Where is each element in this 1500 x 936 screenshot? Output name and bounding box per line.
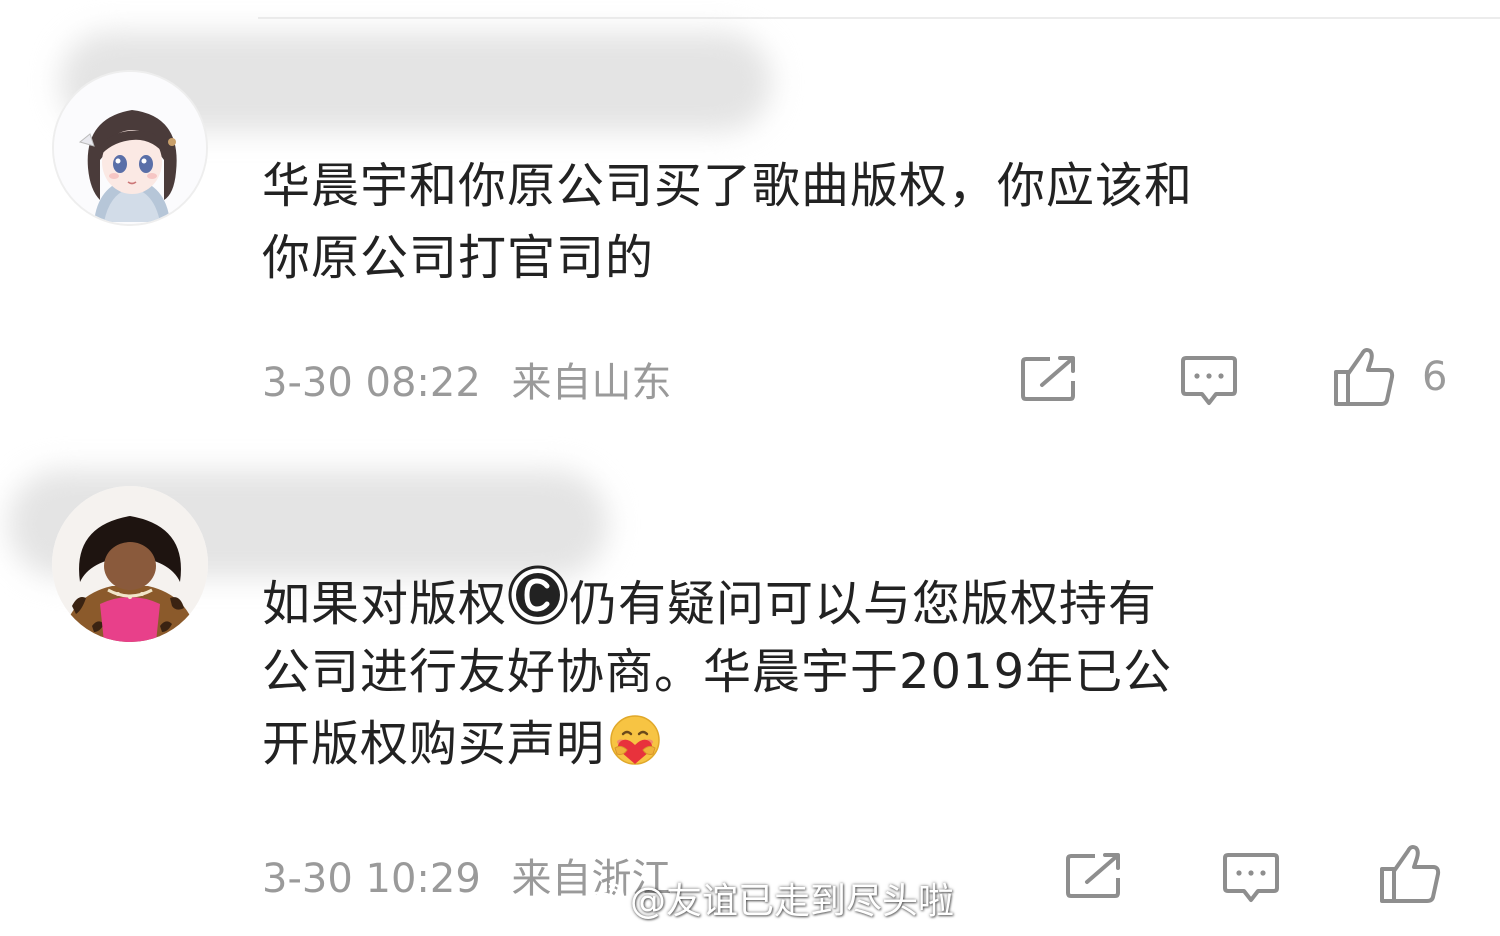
comment-meta: 3-30 08:22 来自山东 (262, 358, 672, 408)
comment-screen: 华晨宇和你原公司买了歌曲版权，你应该和 你原公司打官司的 3-30 08:22 … (0, 0, 1500, 936)
comment-text: 如果对版权 仍有疑问可以与您版权持有 公司进行友好协商。华晨宇于2019年已公 … (262, 564, 1462, 780)
comment-text-line: 开版权购买声明 (262, 708, 1462, 780)
comment-item: 华晨宇和你原公司买了歌曲版权，你应该和 你原公司打官司的 3-30 08:22 … (0, 0, 1500, 440)
weibo-logo-icon (580, 883, 624, 919)
reply-button[interactable] (1180, 355, 1238, 407)
watermark-text: @友谊已走到尽头啦 (630, 881, 955, 922)
comment-text-line: 你原公司打官司的 (262, 230, 655, 286)
share-button[interactable] (1020, 355, 1078, 403)
anime-girl-avatar-icon (54, 72, 206, 224)
comment-text: 华晨宇和你原公司买了歌曲版权，你应该和 你原公司打官司的 (262, 150, 1462, 294)
comment-date: 3-30 10:29 (262, 856, 481, 902)
comment-bubble-icon (1181, 356, 1237, 405)
comment-text-segment: 开版权购买声明 (262, 716, 606, 772)
like-button[interactable]: 6 (1332, 346, 1447, 408)
pink-outfit-avatar-icon (52, 486, 208, 642)
comment-item: 如果对版权 仍有疑问可以与您版权持有 公司进行友好协商。华晨宇于2019年已公 … (0, 440, 1500, 936)
comment-date: 3-30 08:22 (262, 360, 481, 406)
reply-button[interactable] (1222, 852, 1280, 904)
avatar[interactable] (52, 70, 208, 226)
comment-location: 来自山东 (511, 360, 672, 406)
comment-text-segment: 如果对版权 (262, 576, 508, 632)
share-button[interactable] (1065, 852, 1123, 900)
avatar[interactable] (52, 486, 208, 642)
comment-bubble-icon (1223, 853, 1279, 902)
like-count: 6 (1422, 354, 1448, 400)
watermark: @友谊已走到尽头啦 (580, 878, 954, 926)
hug-emoji-icon (610, 715, 660, 765)
thumbs-up-icon (1380, 845, 1441, 903)
share-icon (1066, 853, 1120, 898)
comment-text-line: 华晨宇和你原公司买了歌曲版权，你应该和 (262, 158, 1194, 214)
comment-text-line: 如果对版权 仍有疑问可以与您版权持有 (262, 564, 1462, 636)
share-icon (1021, 356, 1075, 401)
comment-text-line: 公司进行友好协商。华晨宇于2019年已公 (262, 644, 1173, 700)
copyright-icon (508, 565, 568, 625)
comment-text-segment: 仍有疑问可以与您版权持有 (569, 576, 1158, 632)
thumbs-up-icon (1334, 348, 1395, 406)
like-button[interactable] (1378, 843, 1442, 905)
